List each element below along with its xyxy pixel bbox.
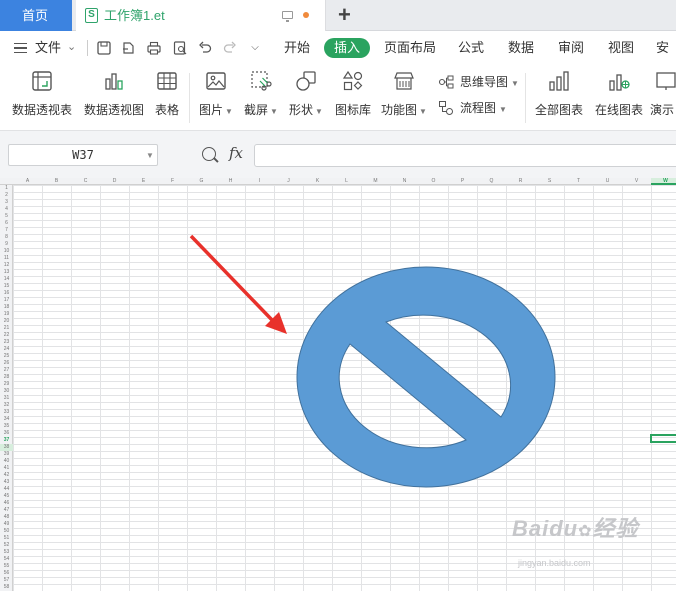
online-charts-button[interactable]: 在线图表 [592,69,646,127]
bar-chart-icon [547,69,571,93]
divider [525,73,526,123]
ribbon-insert: 数据透视表 数据透视图 表格 图片 ▼ 截屏 ▼ 形状 ▼ 图标库 功能图 ▼ … [0,65,676,131]
tab-home-ribbon[interactable]: 开始 [284,31,310,65]
spreadsheet-app: 首页 S 工作簿1.et + 文件 ⌄ ⌵ 开始 插入 页面布局 公式 数据 审… [0,0,676,591]
tab-data[interactable]: 数据 [508,31,534,65]
tab-formulas[interactable]: 公式 [458,31,484,65]
shapes-icon [294,69,318,93]
paw-icon: ✿ [578,523,593,540]
divider [189,73,190,123]
pivot-table-button[interactable]: 数据透视表 [10,69,74,127]
pivot-table-icon [30,69,54,93]
tab-document[interactable]: S 工作簿1.et [76,0,326,31]
caret-down-icon[interactable]: ▼ [146,151,154,160]
shapes-button[interactable]: 形状 ▼ [288,69,324,127]
annotation-arrow [189,234,287,334]
chevron-down-icon[interactable]: ⌄ [67,40,76,53]
spreadsheet-file-icon: S [85,8,98,23]
new-tab-plus-icon[interactable]: + [338,2,351,28]
table-button[interactable]: 表格 [152,69,182,127]
caret-down-icon: ▼ [315,107,323,116]
formula-bar: W37 ▼ fx [0,131,676,178]
redo-icon[interactable] [222,40,238,56]
mind-map-icon [438,74,454,90]
unsaved-dot-icon [303,12,309,18]
tab-bar: 首页 S 工作簿1.et + [0,0,676,31]
function-chart-button[interactable]: 功能图 ▼ [381,69,427,127]
caret-down-icon: ▼ [511,79,519,88]
caret-down-icon: ▼ [225,107,233,116]
mind-map-button[interactable]: 思维导图 ▼ [438,73,519,91]
undo-icon[interactable] [197,40,213,56]
formula-input[interactable] [254,144,676,167]
print-icon[interactable] [146,40,162,56]
demo-chart-icon [653,69,676,93]
picture-button[interactable]: 图片 ▼ [198,69,234,127]
save-icon[interactable] [96,40,112,56]
export-icon[interactable] [120,40,136,56]
online-chart-icon [607,69,631,93]
pivot-chart-icon [102,69,126,93]
monitor-icon[interactable] [282,11,293,22]
caret-down-icon: ▼ [499,105,507,114]
tab-review[interactable]: 审阅 [558,31,584,65]
menu-bar: 文件 ⌄ ⌵ 开始 插入 页面布局 公式 数据 审阅 视图 安全 [0,31,676,89]
no-symbol-shape[interactable] [296,266,556,488]
tab-insert[interactable]: 插入 [324,38,371,58]
flowchart-button[interactable]: 流程图 ▼ [438,99,507,117]
zoom-search-icon[interactable] [202,147,216,161]
flowchart-icon [438,100,454,116]
divider [87,40,88,56]
screenshot-scissors-icon [249,69,273,93]
function-chart-icon [392,69,416,93]
watermark-brand: Baidu✿经验 [512,516,639,541]
document-name: 工作簿1.et [104,8,165,23]
tab-home[interactable]: 首页 [0,0,72,31]
menu-file[interactable]: 文件 [35,31,61,65]
name-box[interactable]: W37 [8,144,158,166]
print-preview-icon[interactable] [172,40,188,56]
watermark-url: jingyan.baidu.com [518,558,591,568]
image-icon [204,69,228,93]
tab-page-layout[interactable]: 页面布局 [384,31,436,65]
customize-dropdown-icon[interactable]: ⌵ [247,40,263,56]
demo-button[interactable]: 演示 [650,69,676,127]
worksheet: ABCDEFGHIJKLMNOPQRSTUVW 1 2 3 4 5 6 7 8 9 10 11 12 1… [0,178,676,591]
icon-library-icon [341,69,365,93]
function-fx-icon[interactable]: fx [229,144,243,162]
tab-view[interactable]: 视图 [608,31,634,65]
all-charts-button[interactable]: 全部图表 [532,69,586,127]
caret-down-icon: ▼ [270,107,278,116]
hamburger-menu-icon[interactable] [14,43,27,53]
screenshot-button[interactable]: 截屏 ▼ [243,69,279,127]
caret-down-icon: ▼ [419,107,427,116]
table-icon [155,69,179,93]
icon-library-button[interactable]: 图标库 [333,69,373,127]
pivot-chart-button[interactable]: 数据透视图 [83,69,145,127]
